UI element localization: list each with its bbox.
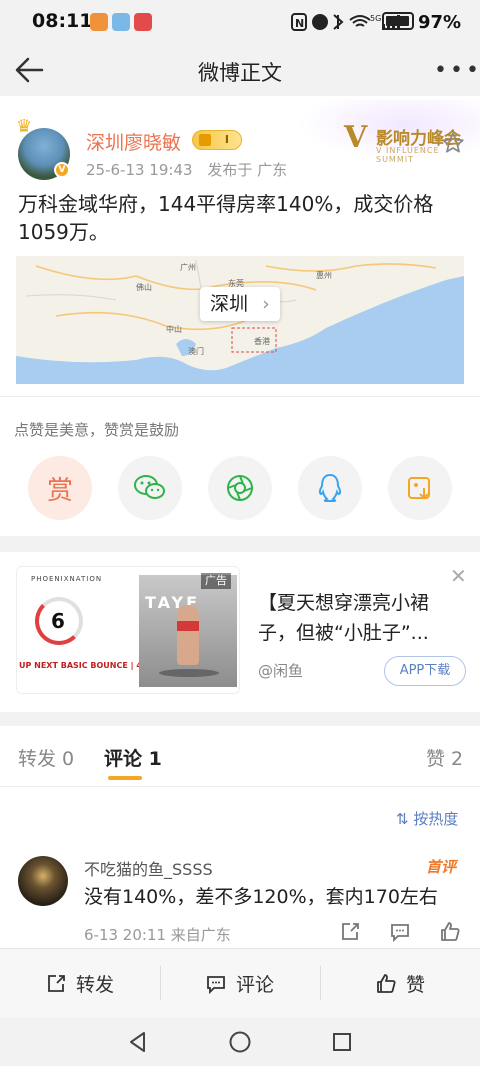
repost-icon — [48, 974, 65, 992]
section-separator — [0, 712, 480, 726]
ad-video-frame: TAYF — [139, 575, 237, 687]
v-logo-icon: V — [344, 120, 368, 155]
ad-timer: 6 — [51, 609, 65, 633]
status-time: 08:11 — [32, 10, 93, 32]
svg-text:澳门: 澳门 — [188, 346, 204, 356]
map-city: 深圳 — [210, 293, 249, 315]
comment-icon[interactable] — [388, 920, 412, 944]
ad-source[interactable]: @闲鱼 — [258, 660, 303, 681]
ad-left-panel: PHOENIXNATION 6 UP NEXT BASIC BOUNCE | 4… — [17, 567, 167, 693]
svg-text:5G: 5G — [370, 14, 381, 23]
sort-icon: ⇅ — [396, 810, 409, 828]
nav-bar: 微博正文 ••• — [0, 44, 480, 96]
battery-percent: 97% — [418, 12, 462, 33]
favorite-star-icon[interactable] — [440, 130, 466, 156]
more-dots-icon[interactable]: ••• — [434, 58, 480, 83]
share-icon[interactable] — [338, 920, 362, 944]
like-icon[interactable] — [438, 920, 462, 944]
ad-outfit — [177, 621, 199, 631]
sort-by-hot-button[interactable]: ⇅ 按热度 — [396, 808, 458, 829]
divider — [0, 396, 480, 397]
like-button[interactable]: 赞 — [374, 970, 425, 997]
moments-icon — [227, 475, 253, 501]
tab-indicator — [108, 776, 142, 780]
repost-label: 转发 — [76, 974, 115, 996]
comment-button[interactable]: 评论 — [204, 970, 274, 997]
app-notification-icon — [90, 13, 108, 31]
comment-icon — [207, 975, 225, 994]
save-image-button[interactable] — [388, 456, 452, 520]
status-bar: 08:11 N 5G 97% — [0, 0, 480, 44]
tab-like[interactable]: 赞 2 — [426, 744, 463, 771]
svg-text:广州: 广州 — [180, 262, 196, 272]
ad-brand: PHOENIXNATION — [31, 575, 103, 583]
author-name[interactable]: 深圳廖晓敏 — [86, 128, 181, 155]
member-level-badge[interactable]: I — [192, 130, 242, 150]
tab-comment[interactable]: 评论 1 — [104, 744, 162, 771]
system-nav-bar — [0, 1018, 480, 1066]
wechat-icon — [134, 475, 165, 499]
divider — [0, 786, 480, 787]
repost-button[interactable]: 转发 — [44, 970, 114, 997]
post-meta: 25-6-13 19:43 发布于 广东 — [86, 159, 287, 180]
comment-text: 没有140%，差不多120%，套内170左右 — [84, 886, 438, 908]
app-download-button[interactable]: APP下载 — [384, 656, 466, 686]
commenter-name[interactable]: 不吃猫的鱼_SSSS — [84, 856, 213, 880]
sort-label: 按热度 — [413, 810, 459, 828]
share-wechat-button[interactable] — [118, 456, 182, 520]
divider — [320, 966, 321, 1000]
news-app-icon — [134, 13, 152, 31]
member-icon — [199, 134, 211, 146]
qq-icon — [318, 473, 342, 502]
svg-text:惠州: 惠州 — [316, 270, 332, 280]
system-home-icon[interactable] — [228, 1030, 252, 1054]
post-date: 25-6-13 19:43 — [86, 161, 193, 179]
reward-tip: 点赞是美意，赞赏是鼓励 — [14, 421, 180, 439]
page-title: 微博正文 — [198, 61, 282, 85]
section-separator — [0, 536, 480, 552]
commenter-avatar[interactable] — [18, 856, 68, 906]
like-label: 赞 — [406, 974, 426, 996]
battery-icon — [382, 12, 414, 30]
share-qq-button[interactable] — [298, 456, 362, 520]
weather-icon — [112, 13, 130, 31]
comment-meta: 6-13 20:11 来自广东 — [84, 926, 231, 944]
divider — [160, 966, 161, 1000]
like-icon — [377, 973, 396, 993]
first-comment-badge: 首评 — [426, 858, 457, 876]
map-location-label[interactable]: 深圳 › — [200, 287, 280, 321]
post-text: 万科金域华府，144平得房率140%，成交价格1059万。 — [18, 192, 434, 244]
svg-text:香港: 香港 — [254, 336, 270, 346]
reward-icon: 赏 — [46, 475, 73, 506]
svg-text:N: N — [295, 17, 304, 30]
ad-video-thumbnail[interactable]: PHOENIXNATION 6 UP NEXT BASIC BOUNCE | 4… — [16, 566, 240, 694]
post-source: 发布于 广东 — [207, 161, 288, 179]
chevron-right-icon: › — [262, 293, 270, 315]
close-icon[interactable]: ✕ — [450, 564, 467, 588]
ad-title[interactable]: 【夏天想穿漂亮小裙子，但被“小肚子”... — [258, 588, 458, 648]
svg-text:佛山: 佛山 — [136, 282, 152, 292]
crown-icon: ♛ — [16, 116, 33, 137]
ad-person — [177, 605, 199, 665]
verified-badge-icon: V — [54, 162, 70, 178]
ad-platform — [159, 669, 219, 677]
svg-text:中山: 中山 — [166, 324, 182, 334]
comment-label: 评论 — [236, 974, 275, 996]
ad-tag: 广告 — [201, 573, 231, 589]
save-image-icon — [408, 477, 430, 500]
reward-button[interactable]: 赏 — [28, 456, 92, 520]
share-moments-button[interactable] — [208, 456, 272, 520]
tab-repost[interactable]: 转发 0 — [18, 744, 74, 771]
system-recents-icon[interactable] — [330, 1030, 354, 1054]
member-level: I — [224, 133, 229, 146]
system-back-icon[interactable] — [126, 1030, 150, 1054]
